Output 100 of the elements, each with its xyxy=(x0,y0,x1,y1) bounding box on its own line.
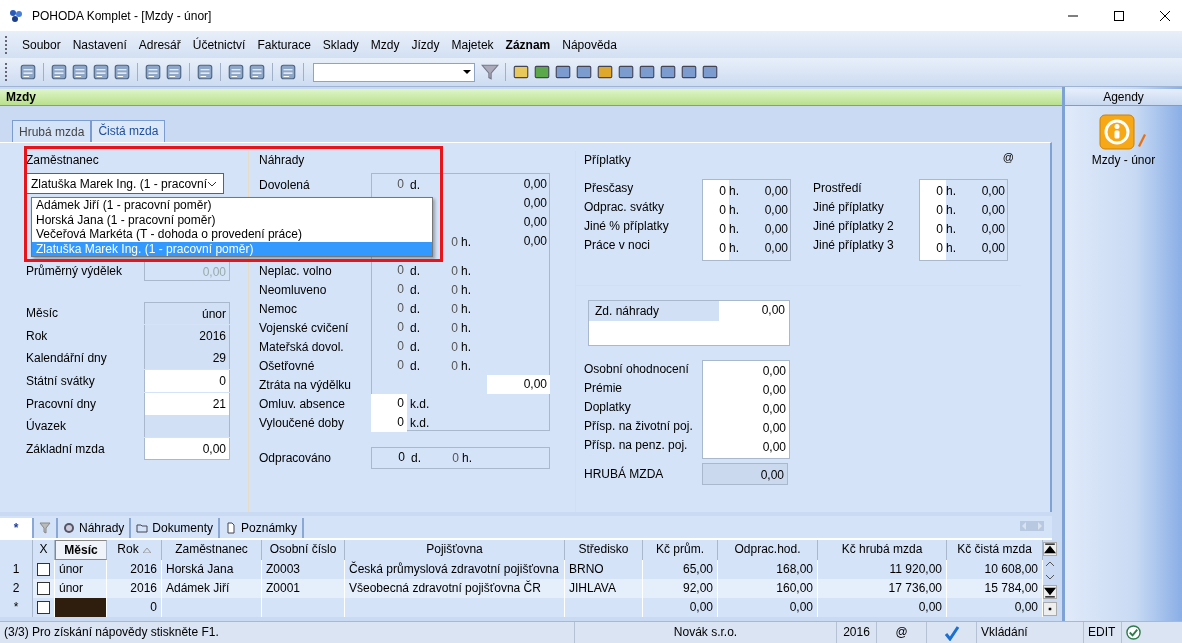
status-text: (3/3) Pro získání nápovědy stiskněte F1. xyxy=(0,622,575,643)
scroll-down-icon[interactable] xyxy=(1045,572,1055,582)
maximize-icon[interactable] xyxy=(1114,10,1124,21)
days-value: 0 xyxy=(397,339,404,353)
field-label: Vojenské cvičení xyxy=(259,320,349,335)
employee-combobox[interactable]: Zlatuška Marek Ing. (1 - pracovní xyxy=(26,173,224,194)
field-label: Omluv. absence xyxy=(259,396,345,411)
dropdown-option[interactable]: Horská Jana (1 - pracovní poměr) xyxy=(32,212,432,227)
hours-value: 0 xyxy=(451,358,458,373)
form-tab[interactable]: Hrubá mzda xyxy=(12,120,92,142)
person-edit-icon[interactable] xyxy=(1099,114,1148,150)
company-name: Novák s.r.o. xyxy=(575,622,837,643)
values-panel: 0 h. 0,00 0 h. 0,00 0 h. 0,00 0 h. 0,00 xyxy=(702,179,791,261)
bottom-tab[interactable]: Poznámky xyxy=(220,518,305,538)
funnel-icon[interactable] xyxy=(481,63,499,81)
field-label: Ošetřovné xyxy=(259,358,315,373)
unit-label: k.d. xyxy=(410,396,430,411)
field-label: Měsíc xyxy=(26,306,59,321)
scroll-top-icon[interactable] xyxy=(1043,542,1057,556)
value-field: únor xyxy=(144,302,230,325)
mode-text: Vkládání xyxy=(977,622,1084,643)
menu-item[interactable]: Nápověda xyxy=(556,37,623,52)
unit-label: h. xyxy=(461,282,471,297)
field-label: Rok xyxy=(26,328,49,343)
amount-value: 0,00 xyxy=(760,302,786,319)
folder-icon xyxy=(136,522,149,534)
field-label: Zd. náhrady xyxy=(589,301,719,321)
value-field[interactable]: 0 xyxy=(144,370,230,393)
unit-label: h. xyxy=(461,301,471,316)
field-label: Průměrný výdělek xyxy=(26,264,124,278)
menu-item[interactable]: Soubor xyxy=(16,37,67,52)
bottom-tab[interactable]: Náhrady xyxy=(58,518,132,538)
scroll-up-icon[interactable] xyxy=(1045,559,1055,569)
row-checkbox[interactable] xyxy=(37,563,50,577)
hours-value: 0 xyxy=(451,339,458,354)
field-label: Odpracováno xyxy=(259,450,332,465)
filter-combobox[interactable] xyxy=(313,62,475,82)
menu-item[interactable]: Sklady xyxy=(316,37,365,52)
field-label: Státní svátky xyxy=(26,374,96,389)
value-field[interactable]: 0,00 xyxy=(144,437,230,460)
menu-item[interactable]: Adresář xyxy=(132,37,187,52)
panel-header: Agendy xyxy=(1065,89,1182,106)
gross-wage-field: 0,00 xyxy=(702,463,788,485)
amount-value: 0,00 xyxy=(523,196,547,210)
menu-item[interactable]: Nastavení xyxy=(66,37,133,52)
dropdown-option[interactable]: Večeřová Markéta (T - dohoda o provedení práce) xyxy=(32,227,432,242)
field-label: HRUBÁ MZDA xyxy=(584,465,665,483)
column-header[interactable]: Měsíc xyxy=(55,540,107,560)
menu-item[interactable]: Záznam xyxy=(499,37,557,52)
form-tab[interactable]: Čistá mzda xyxy=(91,120,166,142)
unit-label: d. xyxy=(410,301,420,316)
amount-value: 0,00 xyxy=(523,234,547,248)
values-panel: 0 h. 0,00 0 h. 0,00 0 h. 0,00 0 h. 0,00 xyxy=(919,179,1008,261)
dropdown-option[interactable]: Adámek Jiří (1 - pracovní poměr) xyxy=(32,198,432,213)
scroll-bottom-icon[interactable] xyxy=(1043,585,1057,599)
window-title: POHODA Komplet - [Mzdy - únor] xyxy=(32,8,212,23)
unit-label: h. xyxy=(461,358,471,373)
menu-item[interactable]: Fakturace xyxy=(251,37,317,52)
menu-item[interactable]: Jízdy xyxy=(405,37,446,52)
edit-mode-text: EDIT xyxy=(1084,622,1122,643)
days-value: 0 xyxy=(397,301,404,315)
current-cell[interactable] xyxy=(55,598,107,617)
worked-field: 0 d. 0 h. xyxy=(371,446,550,469)
days-value: 0 xyxy=(397,415,404,429)
row-header[interactable]: 2 xyxy=(0,579,33,598)
caret-icon xyxy=(463,69,471,74)
menu-item[interactable]: Mzdy xyxy=(364,37,406,52)
close-icon[interactable] xyxy=(1160,10,1170,21)
hours-value: 0 xyxy=(451,282,458,297)
chevron-down-icon xyxy=(207,180,218,187)
app-logo-icon xyxy=(8,7,24,24)
folder-icon[interactable] xyxy=(512,63,530,81)
section-title: Náhrady xyxy=(259,152,306,169)
unit-label: h. xyxy=(461,263,471,278)
field-label: Ztráta na výdělku xyxy=(259,377,352,392)
menu-item[interactable]: Účetnictví xyxy=(186,37,252,52)
field-label: Pracovní dny xyxy=(26,396,98,411)
disc-icon xyxy=(63,522,75,534)
field-label: Základní mzda xyxy=(26,441,106,456)
funnel-icon xyxy=(39,522,51,534)
field-label: Práce v noci xyxy=(584,237,652,254)
unit-label: h. xyxy=(461,320,471,335)
days-value: 0 xyxy=(397,282,404,296)
field-label: Jiné příplatky 2 xyxy=(813,218,895,235)
menu-item[interactable]: Majetek xyxy=(445,37,500,52)
value-field: 29 xyxy=(144,347,230,370)
table-cell: 0,00 xyxy=(818,598,947,617)
field-label: Přesčasy xyxy=(584,180,635,197)
row-checkbox[interactable] xyxy=(37,601,50,615)
days-value: 0 xyxy=(397,358,404,372)
field-label: Kalendářní dny xyxy=(26,351,108,366)
field-label: Jiné příplatky 3 xyxy=(813,237,895,254)
agenda-link[interactable]: Mzdy - únor xyxy=(1091,153,1156,167)
bottom-tab[interactable]: * xyxy=(0,518,34,538)
check-circle-icon xyxy=(1126,625,1141,640)
bottom-tab[interactable]: Dokumenty xyxy=(131,518,221,538)
field-label: Přísp. na životní poj. xyxy=(584,418,694,435)
value-field[interactable]: 21 xyxy=(144,392,230,415)
unit-label: d. xyxy=(410,263,420,278)
row-checkbox[interactable] xyxy=(37,582,50,596)
